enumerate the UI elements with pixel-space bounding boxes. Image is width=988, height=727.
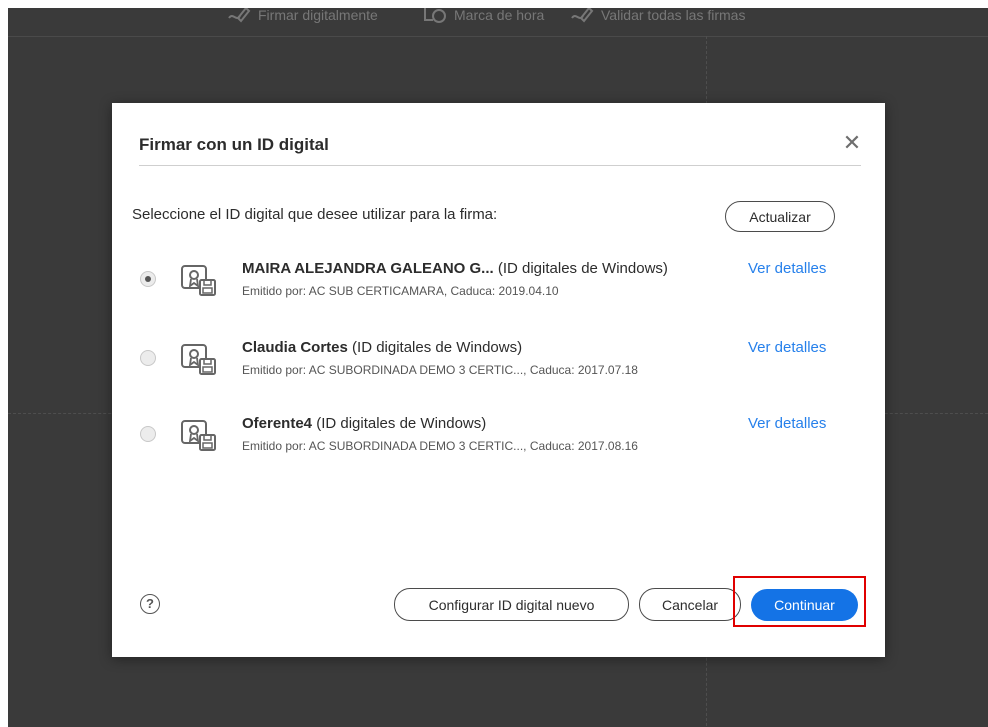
- certificate-icon: [180, 417, 218, 453]
- id-name: Oferente4: [242, 415, 313, 432]
- help-icon[interactable]: ?: [140, 594, 160, 614]
- id-title: Claudia Cortes (ID digitales de Windows): [242, 339, 522, 356]
- dialog-title: Firmar con un ID digital: [139, 135, 329, 154]
- pen-sign-icon: [226, 8, 252, 27]
- toolbar-item-label: Firmar digitalmente: [258, 8, 378, 23]
- id-type: (ID digitales de Windows): [352, 339, 523, 356]
- certificate-icon: [180, 341, 218, 377]
- highlight-box: [733, 576, 866, 627]
- id-type: (ID digitales de Windows): [497, 260, 668, 277]
- view-details-link[interactable]: Ver detalles: [748, 260, 826, 277]
- id-title: Oferente4 (ID digitales de Windows): [242, 415, 486, 432]
- cancel-button[interactable]: Cancelar: [639, 588, 741, 621]
- select-id-prompt: Seleccione el ID digital que desee utili…: [132, 206, 498, 223]
- id-issuer: Emitido por: AC SUBORDINADA DEMO 3 CERTI…: [242, 439, 638, 453]
- configure-new-id-button[interactable]: Configurar ID digital nuevo: [394, 588, 629, 621]
- toolbar-item-label: Marca de hora: [454, 8, 545, 23]
- close-icon[interactable]: ✕: [840, 131, 864, 155]
- view-details-link[interactable]: Ver detalles: [748, 415, 826, 432]
- toolbar-item-sign[interactable]: Firmar digitalmente: [226, 8, 378, 27]
- id-issuer: Emitido por: AC SUB CERTICAMARA, Caduca:…: [242, 284, 559, 298]
- pen-sign-check-icon: [569, 8, 595, 27]
- id-radio-selected[interactable]: [140, 271, 156, 287]
- refresh-button[interactable]: Actualizar: [725, 201, 835, 232]
- id-radio[interactable]: [140, 350, 156, 366]
- digital-id-row[interactable]: Claudia Cortes (ID digitales de Windows)…: [132, 339, 872, 387]
- view-details-link[interactable]: Ver detalles: [748, 339, 826, 356]
- title-divider: [139, 165, 861, 166]
- certificate-icon: [180, 262, 218, 298]
- toolbar-item-label: Validar todas las firmas: [601, 8, 746, 23]
- id-radio[interactable]: [140, 426, 156, 442]
- id-title: MAIRA ALEJANDRA GALEANO G... (ID digital…: [242, 260, 668, 277]
- toolbar-item-timestamp[interactable]: Marca de hora: [422, 8, 544, 27]
- id-type: (ID digitales de Windows): [316, 415, 487, 432]
- toolbar-item-validate[interactable]: Validar todas las firmas: [569, 8, 745, 27]
- toolbar: Firmar digitalmente Marca de hora Valida…: [8, 8, 988, 37]
- digital-id-row[interactable]: Oferente4 (ID digitales de Windows) Emit…: [132, 415, 872, 463]
- digital-id-row[interactable]: MAIRA ALEJANDRA GALEANO G... (ID digital…: [132, 260, 872, 308]
- sign-with-digital-id-dialog: Firmar con un ID digital ✕ Seleccione el…: [112, 103, 885, 657]
- id-name: MAIRA ALEJANDRA GALEANO G...: [242, 260, 494, 277]
- clock-stamp-icon: [422, 8, 448, 27]
- id-issuer: Emitido por: AC SUBORDINADA DEMO 3 CERTI…: [242, 363, 638, 377]
- id-name: Claudia Cortes: [242, 339, 348, 356]
